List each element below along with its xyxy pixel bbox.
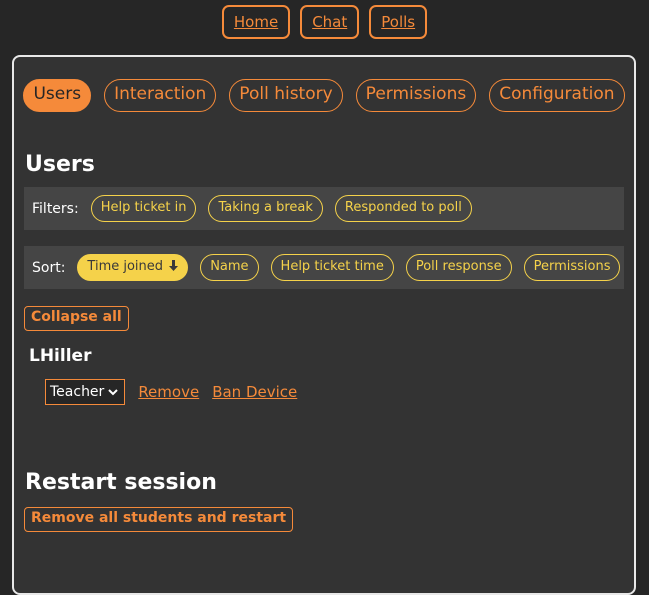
control-panel: Users Interaction Poll history Permissio… [12,55,636,595]
filter-help-ticket-chip[interactable]: Help ticket in [90,195,197,222]
tab-permissions[interactable]: Permissions [355,79,477,112]
filters-bar: Filters: Help ticket in Taking a break R… [24,187,624,230]
sort-name-chip[interactable]: Name [200,254,259,281]
arrow-down-icon [169,260,179,271]
role-select[interactable]: Teacher [45,379,126,405]
remove-all-restart-button[interactable]: Remove all students and restart [24,507,294,532]
sort-poll-response-chip[interactable]: Poll response [405,254,512,281]
tab-poll-history[interactable]: Poll history [229,79,343,112]
chevron-down-icon [108,388,119,395]
nav-home-link[interactable]: Home [221,5,291,39]
tab-bar: Users Interaction Poll history Permissio… [14,79,634,112]
sort-help-ticket-time-chip[interactable]: Help ticket time [270,254,394,281]
nav-polls-link[interactable]: Polls [369,5,428,39]
tab-interaction[interactable]: Interaction [104,79,217,112]
ban-device-link[interactable]: Ban Device [212,383,297,401]
sort-time-joined-chip[interactable]: Time joined [77,254,189,281]
top-nav: Home Chat Polls [0,5,649,39]
sort-bar: Sort: Time joined Name Help ticket time … [24,246,624,289]
user-name: LHiller [29,346,92,366]
user-controls: Teacher Remove Ban Device [45,379,297,405]
filter-taking-break-chip[interactable]: Taking a break [208,195,323,222]
nav-chat-link[interactable]: Chat [300,5,360,39]
filters-label: Filters: [32,200,79,217]
collapse-all-button[interactable]: Collapse all [24,306,129,331]
sort-time-joined-label: Time joined [87,259,164,274]
tab-configuration[interactable]: Configuration [489,79,625,112]
tab-users[interactable]: Users [23,79,92,112]
sort-permissions-chip[interactable]: Permissions [523,254,621,281]
role-select-value: Teacher [50,384,105,400]
restart-session-heading: Restart session [25,470,217,495]
filter-responded-poll-chip[interactable]: Responded to poll [334,195,472,222]
sort-label: Sort: [32,259,66,276]
users-heading: Users [25,152,95,177]
remove-user-link[interactable]: Remove [138,383,199,401]
